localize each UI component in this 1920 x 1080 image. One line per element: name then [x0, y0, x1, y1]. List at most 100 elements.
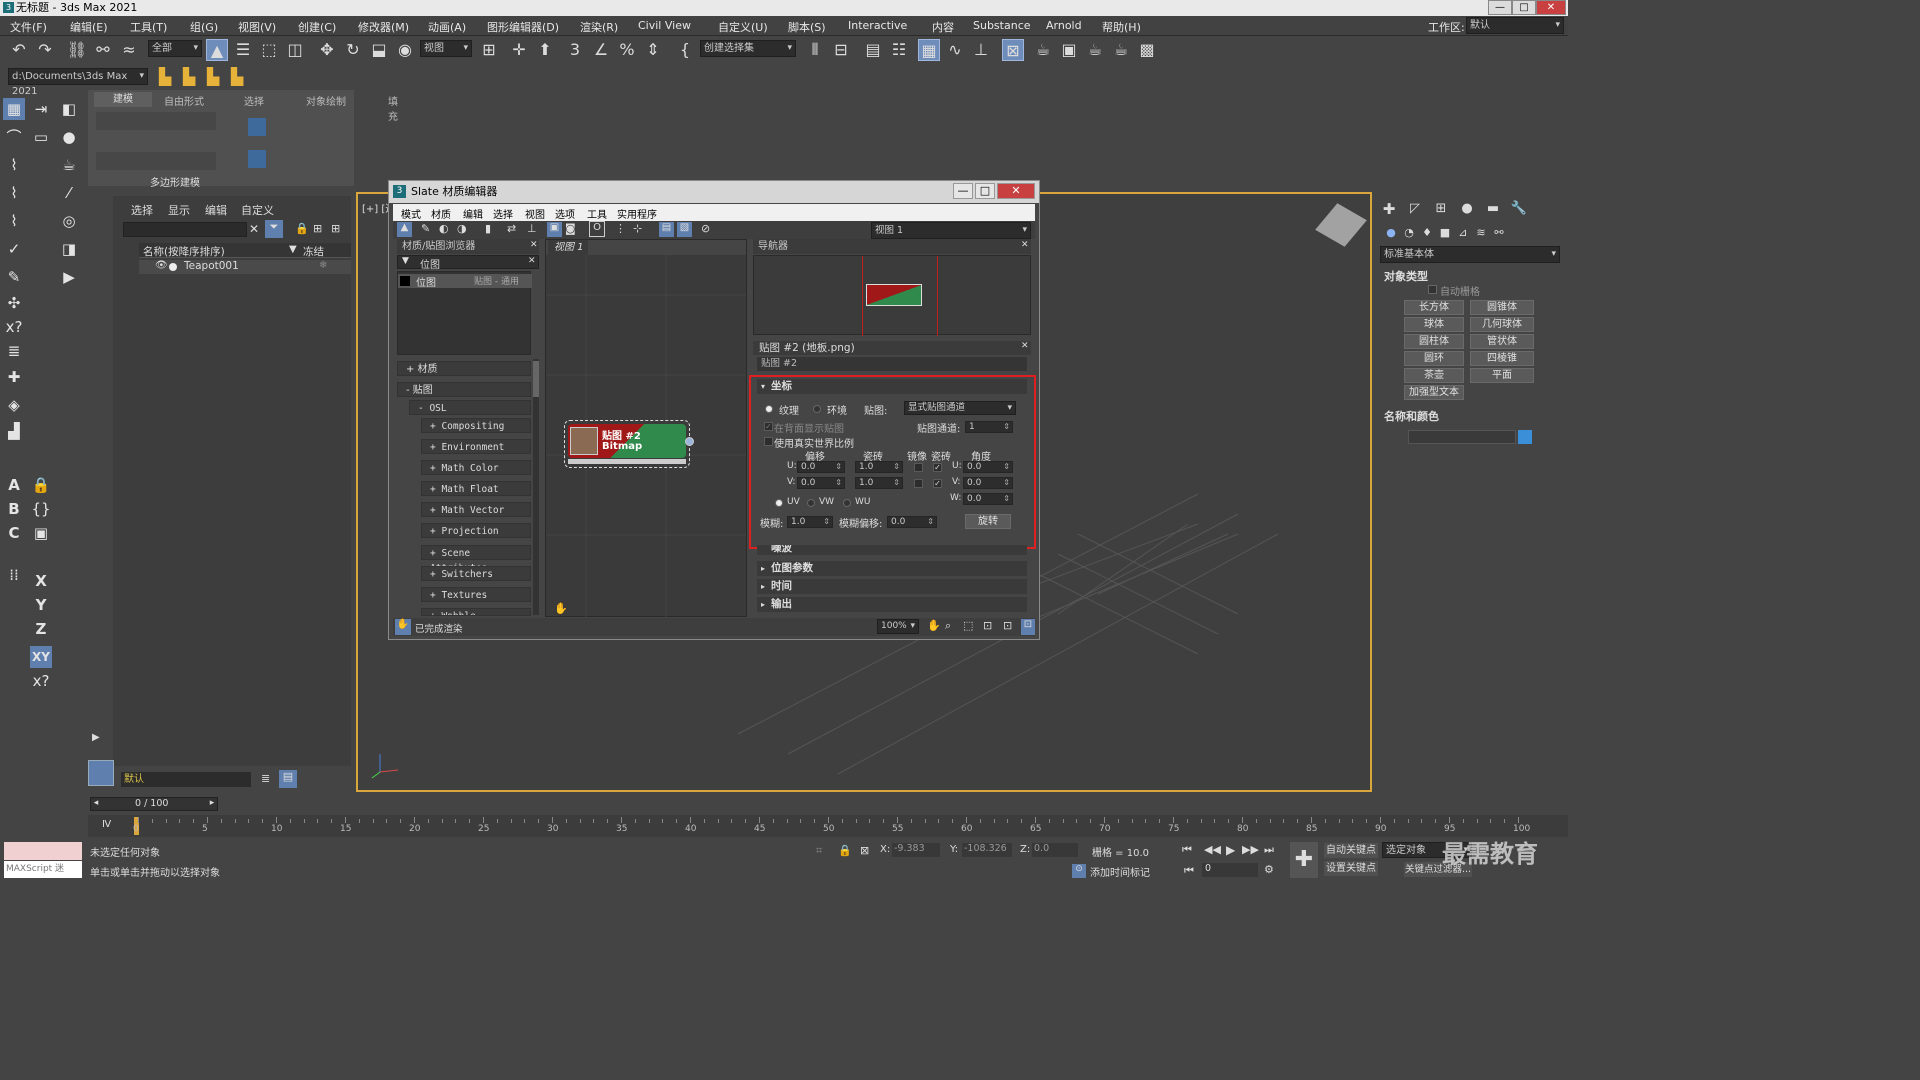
assign-material-icon[interactable]: ◑: [457, 222, 467, 235]
u-mirror-checkbox[interactable]: [914, 463, 923, 472]
ribbon-tools-row1[interactable]: [96, 112, 216, 130]
x-coord-field[interactable]: -9.383: [892, 843, 940, 857]
knife-icon[interactable]: ⌇: [3, 210, 25, 232]
freeze-icon[interactable]: ❄: [319, 260, 327, 271]
slate-menu-edit[interactable]: 编辑: [463, 206, 483, 221]
clear-search-icon[interactable]: ✕: [249, 222, 259, 236]
param-close-icon[interactable]: ✕: [1021, 341, 1029, 351]
layer-manager-icon[interactable]: ≣: [261, 772, 270, 785]
axis-y-icon[interactable]: Y: [30, 594, 52, 616]
u-offset-spinner[interactable]: 0.0: [797, 461, 845, 473]
manipulate-icon[interactable]: ✛: [508, 39, 530, 61]
key-mode-icon[interactable]: ⏮: [1184, 864, 1194, 878]
tube-button[interactable]: 管状体: [1470, 334, 1534, 349]
osl-textures[interactable]: + Textures: [421, 587, 531, 602]
menu-views[interactable]: 视图(V): [238, 19, 276, 35]
named-selection-dropdown[interactable]: 创建选择集: [700, 40, 796, 57]
hide-unused-icon[interactable]: ⊥: [527, 222, 537, 235]
navigator-view[interactable]: [753, 255, 1031, 336]
teapot-icon[interactable]: ☕: [58, 154, 80, 176]
mirror-icon[interactable]: ⫴: [804, 39, 826, 61]
redo-icon[interactable]: ↷: [34, 39, 56, 61]
map-channel-spinner[interactable]: 1: [965, 421, 1013, 433]
osl-math-vector[interactable]: + Math Vector: [421, 502, 531, 517]
time-prev-icon[interactable]: ◂: [91, 798, 101, 808]
add-tool-icon[interactable]: ✚: [3, 366, 25, 388]
menu-group[interactable]: 组(G): [190, 19, 218, 35]
column-name-header[interactable]: 名称(按降序排序): [143, 244, 225, 259]
close-button[interactable]: ✕: [1536, 0, 1566, 15]
browser-scrollbar[interactable]: [533, 359, 539, 615]
save-tool-icon[interactable]: ▣: [30, 522, 52, 544]
node-view[interactable]: 视图 1 贴图 #2 Bitmap ✋: [545, 239, 747, 617]
stack-icon[interactable]: ◈: [3, 394, 25, 416]
bitmap-node[interactable]: 贴图 #2 Bitmap: [564, 420, 694, 468]
menu-graph-editors[interactable]: 图形编辑器(D): [487, 19, 559, 35]
menu-tools[interactable]: 工具(T): [130, 19, 167, 35]
clear-browser-search-icon[interactable]: ✕: [528, 256, 536, 266]
hierarchy-tab-icon[interactable]: ⊞: [1430, 198, 1452, 220]
slate-maximize-button[interactable]: □: [975, 183, 995, 199]
delete-icon[interactable]: ▮: [485, 222, 491, 235]
ribbon-tab-populate[interactable]: 填充: [388, 93, 398, 123]
menu-content[interactable]: 内容: [932, 19, 954, 35]
slate-menu-select[interactable]: 选择: [493, 206, 513, 221]
scatter-icon[interactable]: ✣: [3, 292, 25, 314]
absolute-mode-icon[interactable]: ⊠: [860, 844, 869, 857]
z-coord-field[interactable]: 0.0: [1032, 843, 1078, 857]
zoom-selected-icon[interactable]: ⊡: [1003, 619, 1012, 632]
project-folder-icon[interactable]: ▙: [154, 66, 176, 88]
bind-spacewarp-icon[interactable]: ≈: [118, 39, 140, 61]
ribbon-tab-object-paint[interactable]: 对象绘制: [306, 93, 346, 108]
rect-selection-icon[interactable]: ⬚: [258, 39, 280, 61]
explorer-toggle-icon[interactable]: [88, 760, 114, 786]
object-category-dropdown[interactable]: 标准基本体: [1380, 246, 1560, 263]
dotted-grid-icon[interactable]: ⁞⁞: [3, 564, 25, 586]
goto-start-icon[interactable]: ⏮: [1182, 843, 1192, 857]
osl-compositing[interactable]: + Compositing: [421, 418, 531, 433]
axis-xy-icon[interactable]: XY: [30, 646, 52, 668]
move-tool-icon[interactable]: ⇥: [30, 98, 52, 120]
rotate-button[interactable]: 旋转: [965, 514, 1011, 529]
object-color-swatch[interactable]: [1518, 430, 1532, 444]
utilities-tab-icon[interactable]: 🔧: [1508, 198, 1530, 220]
explorer-menu-display[interactable]: 显示: [168, 202, 190, 218]
slate-menu-options[interactable]: 选项: [555, 206, 575, 221]
lasso-icon[interactable]: ⌒: [3, 126, 25, 148]
rendered-frame-icon[interactable]: ▣: [1058, 39, 1080, 61]
display-tab-icon[interactable]: ▬: [1482, 198, 1504, 220]
twist-icon[interactable]: ⌇: [3, 182, 25, 204]
coordinates-rollout-header[interactable]: 坐标: [757, 379, 1027, 394]
bitmap-node-header[interactable]: 贴图 #2 Bitmap: [568, 424, 686, 458]
current-frame-field[interactable]: 0: [1202, 863, 1258, 877]
play-tool-icon[interactable]: ▶: [58, 266, 80, 288]
lock-icon[interactable]: 🔒: [295, 222, 309, 235]
slate-menu-tools[interactable]: 工具: [587, 206, 607, 221]
node-output-socket[interactable]: [685, 437, 694, 446]
axis-z-icon[interactable]: Z: [30, 618, 52, 640]
axis-help-icon[interactable]: x?: [30, 670, 52, 692]
render-production-icon[interactable]: ☕: [1084, 39, 1106, 61]
layer-dropdown[interactable]: 默认: [121, 772, 251, 787]
v-offset-spinner[interactable]: 0.0: [797, 477, 845, 489]
slate-view-dropdown[interactable]: 视图 1: [871, 222, 1031, 239]
create-tab-icon[interactable]: ✚: [1378, 198, 1400, 220]
show-end-result-icon[interactable]: ◙: [565, 222, 576, 235]
textplus-button[interactable]: 加强型文本: [1404, 385, 1464, 400]
background-icon[interactable]: O: [589, 221, 605, 237]
explorer-object-row[interactable]: 👁 Teapot001 ❄: [139, 260, 351, 274]
minimize-button[interactable]: —: [1488, 0, 1512, 15]
x-question-icon[interactable]: x?: [3, 316, 25, 338]
blur-spinner[interactable]: 1.0: [787, 516, 833, 528]
toggle-layer-explorer-icon[interactable]: ☷: [888, 39, 910, 61]
viewport-tool-icon[interactable]: ◧: [58, 98, 80, 120]
blur-offset-spinner[interactable]: 0.0: [887, 516, 937, 528]
environ-radio[interactable]: [813, 405, 821, 413]
toggle-scene-explorer-icon[interactable]: ▤: [862, 39, 884, 61]
project-settings-icon[interactable]: ▙: [226, 66, 248, 88]
bend-icon[interactable]: ⌇: [3, 154, 25, 176]
selection-lock-icon[interactable]: 🔒: [838, 844, 852, 857]
angle-snap-icon[interactable]: ∠: [590, 39, 612, 61]
menu-customize[interactable]: 自定义(U): [718, 19, 768, 35]
vw-radio[interactable]: [807, 499, 815, 507]
